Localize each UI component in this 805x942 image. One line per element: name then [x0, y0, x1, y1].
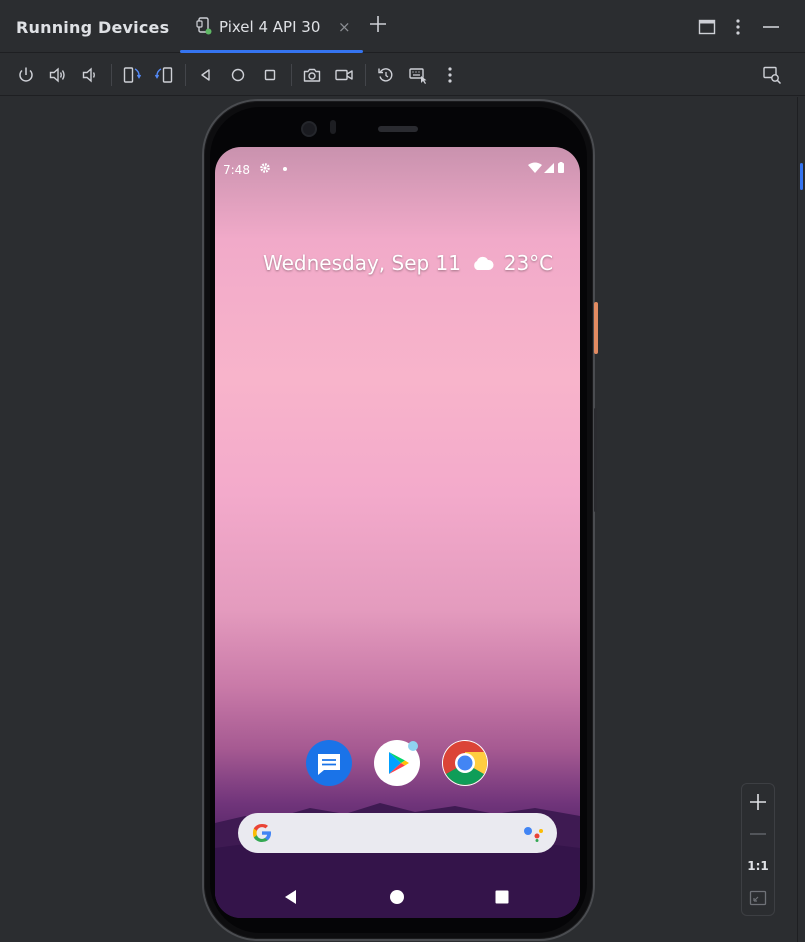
toolbar-separator: [291, 64, 292, 86]
at-a-glance-widget[interactable]: Wednesday, Sep 11 23°C: [263, 251, 553, 275]
home-circle-icon[interactable]: [387, 887, 407, 907]
toolbar-separator: [111, 64, 112, 86]
tab-close-button[interactable]: ×: [338, 18, 351, 36]
signal-icon: [544, 163, 554, 173]
panel-divider: [797, 97, 798, 942]
toolbar-separator: [365, 64, 366, 86]
assistant-icon[interactable]: [523, 824, 545, 842]
notification-dot: [283, 167, 287, 171]
volume-side-button[interactable]: [594, 408, 597, 512]
volume-down-icon[interactable]: [80, 65, 100, 85]
tab-pixel-4-api-30[interactable]: Pixel 4 API 30 ×: [180, 0, 363, 53]
rotate-right-icon[interactable]: [154, 65, 174, 85]
panel-title: Running Devices: [16, 18, 170, 37]
add-tab-icon[interactable]: [368, 14, 388, 34]
volume-up-icon[interactable]: [48, 65, 68, 85]
tab-label: Pixel 4 API 30: [219, 18, 321, 36]
zoom-in-icon: [750, 794, 766, 810]
more-vert-icon[interactable]: [440, 65, 460, 85]
power-icon[interactable]: [16, 65, 36, 85]
layout-inspector-icon[interactable]: [762, 65, 782, 85]
recents-square-icon[interactable]: [492, 887, 512, 907]
device-screen[interactable]: 7:48 Wednesday, Sep 11 23°C: [215, 147, 580, 918]
more-vert-icon[interactable]: [728, 17, 748, 37]
face-sensor: [330, 120, 336, 134]
wifi-icon: [528, 162, 542, 173]
battery-icon: [558, 163, 564, 173]
back-triangle-icon[interactable]: [281, 887, 301, 907]
notification-badge: [408, 741, 418, 751]
keyboard-input-icon[interactable]: [408, 65, 428, 85]
play-store-app-icon[interactable]: [374, 740, 420, 786]
overview-icon[interactable]: [260, 65, 280, 85]
maximize-icon[interactable]: [697, 17, 717, 37]
rotate-left-icon[interactable]: [122, 65, 142, 85]
fit-screen-button[interactable]: [742, 882, 774, 914]
active-tab-indicator: [180, 50, 363, 53]
zoom-controls: 1:1: [741, 783, 775, 916]
cloud-icon: [474, 256, 494, 270]
power-side-button[interactable]: [594, 302, 598, 354]
actual-size-button[interactable]: 1:1: [742, 850, 774, 882]
google-search-bar[interactable]: [238, 813, 557, 853]
front-camera: [301, 121, 317, 137]
back-icon[interactable]: [196, 65, 216, 85]
fit-screen-icon: [749, 890, 767, 906]
screenshot-icon[interactable]: [302, 65, 322, 85]
chrome-app-icon[interactable]: [442, 740, 488, 786]
reset-icon[interactable]: [376, 65, 396, 85]
zoom-out-button[interactable]: [742, 818, 774, 850]
device-toolbar: [0, 54, 805, 96]
toolbar-separator: [185, 64, 186, 86]
glance-temperature: 23°C: [503, 251, 554, 275]
settings-gear-icon: [260, 163, 270, 173]
minimize-icon[interactable]: [761, 17, 781, 37]
home-icon[interactable]: [228, 65, 248, 85]
screen-record-icon[interactable]: [334, 65, 354, 85]
status-time: 7:48: [223, 163, 250, 177]
zoom-in-button[interactable]: [742, 786, 774, 818]
scroll-indicator[interactable]: [800, 163, 803, 190]
device-mirror-icon: [196, 17, 212, 35]
google-g-icon: [252, 824, 271, 842]
actual-size-label: 1:1: [747, 859, 769, 873]
status-icons: [528, 162, 564, 173]
messages-app-icon[interactable]: [306, 740, 352, 786]
zoom-out-icon: [750, 833, 766, 835]
glance-date: Wednesday, Sep 11: [263, 251, 462, 275]
earpiece-speaker: [378, 126, 418, 132]
tool-window-header: Running Devices Pixel 4 API 30 ×: [0, 0, 805, 53]
